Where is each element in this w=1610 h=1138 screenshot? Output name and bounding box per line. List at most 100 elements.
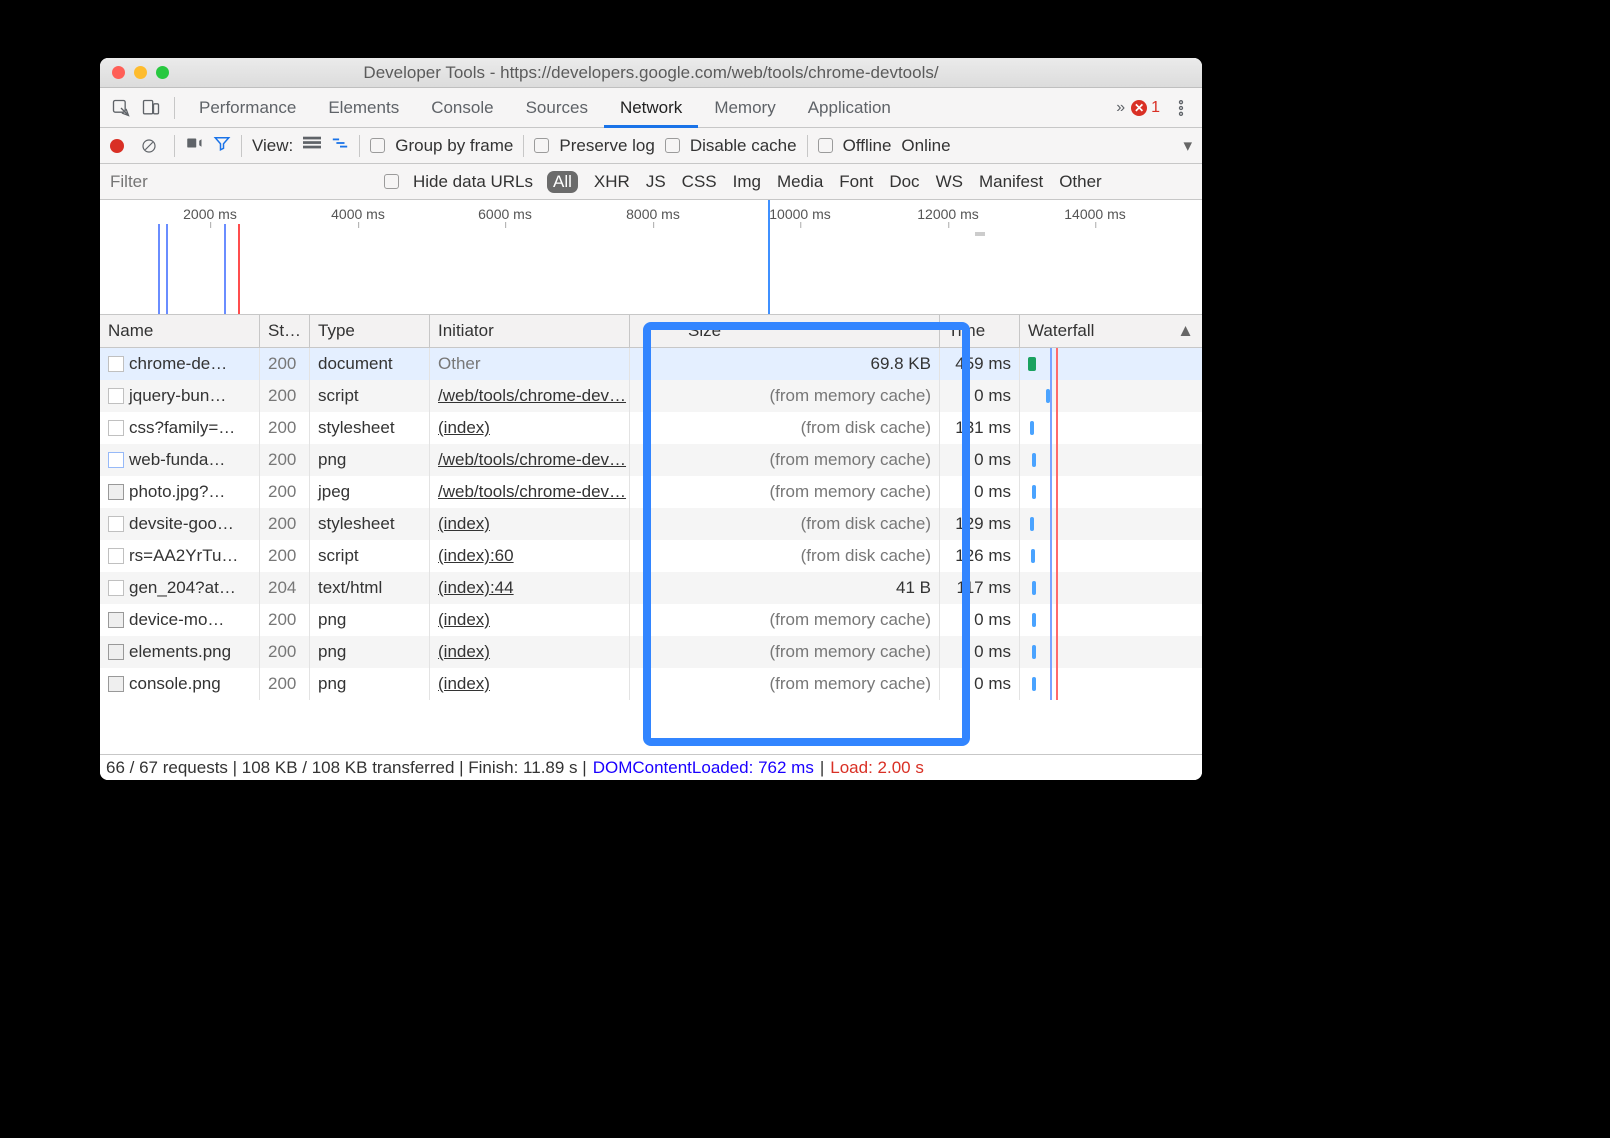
overflow-tabs-icon[interactable]: »	[1116, 99, 1125, 117]
filter-type-css[interactable]: CSS	[682, 172, 717, 192]
request-size: (from memory cache)	[630, 444, 940, 476]
separator	[359, 135, 360, 157]
hide-data-urls-checkbox[interactable]	[384, 174, 399, 189]
camera-icon[interactable]	[185, 134, 203, 157]
online-dropdown[interactable]: Online	[901, 136, 950, 156]
tab-network[interactable]: Network	[604, 88, 698, 128]
request-initiator[interactable]: (index)	[430, 636, 630, 668]
timeline-overview[interactable]: 2000 ms4000 ms6000 ms8000 ms10000 ms1200…	[100, 200, 1202, 315]
request-initiator[interactable]: (index)	[430, 412, 630, 444]
tab-memory[interactable]: Memory	[698, 88, 791, 128]
request-type: script	[310, 540, 430, 572]
tab-performance[interactable]: Performance	[183, 88, 312, 128]
table-row[interactable]: elements.png200png(index)(from memory ca…	[100, 636, 1202, 668]
request-initiator[interactable]: (index)	[430, 668, 630, 700]
table-row[interactable]: chrome-de…200documentOther69.8 KB459 ms	[100, 348, 1202, 380]
filter-type-media[interactable]: Media	[777, 172, 823, 192]
request-name: console.png	[129, 674, 221, 694]
table-row[interactable]: jquery-bun…200script/web/tools/chrome-de…	[100, 380, 1202, 412]
table-row[interactable]: gen_204?at…204text/html(index):4441 B117…	[100, 572, 1202, 604]
filter-type-js[interactable]: JS	[646, 172, 666, 192]
close-window-button[interactable]	[112, 66, 125, 79]
tab-console[interactable]: Console	[415, 88, 509, 128]
table-row[interactable]: photo.jpg?…200jpeg/web/tools/chrome-dev……	[100, 476, 1202, 508]
filter-type-doc[interactable]: Doc	[889, 172, 919, 192]
request-name: rs=AA2YrTu…	[129, 546, 238, 566]
table-row[interactable]: css?family=…200stylesheet(index)(from di…	[100, 412, 1202, 444]
filter-input[interactable]	[100, 165, 370, 199]
preserve-log-checkbox[interactable]	[534, 138, 549, 153]
filter-type-other[interactable]: Other	[1059, 172, 1102, 192]
timeline-tick: 10000 ms	[769, 206, 830, 222]
table-row[interactable]: rs=AA2YrTu…200script(index):60(from disk…	[100, 540, 1202, 572]
file-type-icon	[108, 420, 124, 436]
col-waterfall[interactable]: Waterfall▲	[1020, 315, 1202, 347]
request-name: web-funda…	[129, 450, 225, 470]
request-status: 200	[260, 412, 310, 444]
filter-type-manifest[interactable]: Manifest	[979, 172, 1043, 192]
request-waterfall	[1020, 412, 1202, 444]
disable-cache-checkbox[interactable]	[665, 138, 680, 153]
file-type-icon	[108, 452, 124, 468]
offline-checkbox[interactable]	[818, 138, 833, 153]
request-waterfall	[1020, 540, 1202, 572]
request-initiator[interactable]: /web/tools/chrome-dev…	[430, 380, 630, 412]
zoom-window-button[interactable]	[156, 66, 169, 79]
request-status: 200	[260, 668, 310, 700]
request-time: 117 ms	[940, 572, 1020, 604]
request-type: stylesheet	[310, 508, 430, 540]
record-button[interactable]	[110, 139, 124, 153]
minimize-window-button[interactable]	[134, 66, 147, 79]
request-initiator[interactable]: Other	[430, 348, 630, 380]
table-row[interactable]: web-funda…200png/web/tools/chrome-dev…(f…	[100, 444, 1202, 476]
toggle-device-toolbar-icon[interactable]	[136, 93, 166, 123]
request-initiator[interactable]: /web/tools/chrome-dev…	[430, 476, 630, 508]
request-initiator[interactable]: (index):60	[430, 540, 630, 572]
request-name: jquery-bun…	[129, 386, 226, 406]
filter-type-xhr[interactable]: XHR	[594, 172, 630, 192]
request-size: 69.8 KB	[630, 348, 940, 380]
request-name: photo.jpg?…	[129, 482, 225, 502]
request-initiator[interactable]: (index)	[430, 508, 630, 540]
filter-toggle-icon[interactable]	[213, 134, 231, 157]
request-time: 131 ms	[940, 412, 1020, 444]
more-options-icon[interactable]	[1166, 93, 1196, 123]
error-count-badge[interactable]: ✕1	[1131, 99, 1160, 117]
request-status: 200	[260, 476, 310, 508]
filter-type-ws[interactable]: WS	[936, 172, 963, 192]
status-load: Load: 2.00 s	[830, 758, 924, 778]
table-row[interactable]: devsite-goo…200stylesheet(index)(from di…	[100, 508, 1202, 540]
view-large-icon[interactable]	[303, 134, 321, 157]
request-initiator[interactable]: (index)	[430, 604, 630, 636]
col-initiator[interactable]: Initiator	[430, 315, 630, 347]
request-initiator[interactable]: /web/tools/chrome-dev…	[430, 444, 630, 476]
view-waterfall-icon[interactable]	[331, 134, 349, 157]
clear-button[interactable]	[134, 131, 164, 161]
tab-sources[interactable]: Sources	[510, 88, 604, 128]
tab-application[interactable]: Application	[792, 88, 907, 128]
request-status: 200	[260, 508, 310, 540]
throttling-dropdown-icon[interactable]: ▾	[1183, 136, 1192, 156]
col-size[interactable]: Size	[630, 315, 940, 347]
hide-data-urls-label: Hide data URLs	[413, 172, 533, 192]
table-row[interactable]: console.png200png(index)(from memory cac…	[100, 668, 1202, 700]
separator	[241, 135, 242, 157]
separator	[523, 135, 524, 157]
request-name: devsite-goo…	[129, 514, 234, 534]
col-name[interactable]: Name	[100, 315, 260, 347]
file-type-icon	[108, 516, 124, 532]
request-waterfall	[1020, 508, 1202, 540]
tab-elements[interactable]: Elements	[312, 88, 415, 128]
filter-type-all[interactable]: All	[547, 171, 578, 193]
table-row[interactable]: device-mo…200png(index)(from memory cach…	[100, 604, 1202, 636]
group-by-frame-checkbox[interactable]	[370, 138, 385, 153]
filter-type-img[interactable]: Img	[733, 172, 761, 192]
request-size: (from memory cache)	[630, 476, 940, 508]
request-initiator[interactable]: (index):44	[430, 572, 630, 604]
request-size: 41 B	[630, 572, 940, 604]
filter-type-font[interactable]: Font	[839, 172, 873, 192]
inspect-element-icon[interactable]	[106, 93, 136, 123]
col-time[interactable]: Time	[940, 315, 1020, 347]
col-type[interactable]: Type	[310, 315, 430, 347]
col-status[interactable]: St…	[260, 315, 310, 347]
